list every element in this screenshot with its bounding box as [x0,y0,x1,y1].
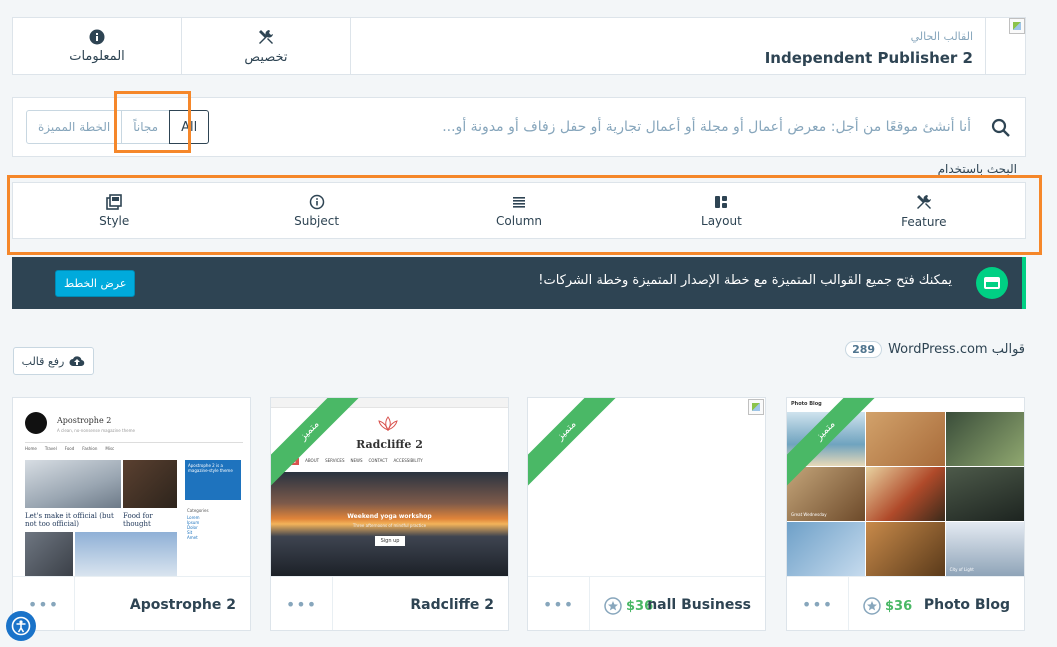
theme-card-apostrophe-2[interactable]: Apostrophe 2 A clean, no-nonsense magazi… [12,397,251,631]
theme-card-radcliffe-2[interactable]: Radcliffe 2 HOMEABOUTSERVICESNEWSCONTACT… [270,397,509,631]
thumb-cta: Sign up [375,536,405,546]
theme-more-button[interactable]: ••• [271,577,333,630]
accessibility-widget-button[interactable] [6,611,36,641]
theme-screenshot[interactable]: Apostrophe 2 A clean, no-nonsense magazi… [13,398,250,576]
theme-screenshot[interactable]: متميز [528,398,765,576]
themes-count-badge: 289 [845,341,883,358]
theme-price: $36 [863,597,912,615]
thumb-hero-subtitle: Three afternoons of mindful practice [352,523,427,528]
thumb-post-2: Food for thought [123,512,153,528]
view-plans-button[interactable]: عرض الخطط [55,269,136,297]
premium-ribbon: متميز [528,398,628,492]
thumb-nav: HOMEABOUTSERVICESNEWSCONTACTACCESSIBILIT… [281,458,423,465]
search-hint: البحث باستخدام [937,162,1017,176]
theme-info-label: المعلومات [69,48,125,64]
search-icon [991,118,1010,137]
thumb-tagline: A clean, no-nonsense magazine theme [57,428,135,433]
current-theme-thumbnail [985,18,1025,74]
theme-card-footer: ••• Apostrophe 2 [13,576,250,630]
current-theme-caption: القالب الحالي [910,30,973,43]
theme-name: Radcliffe 2 [410,597,494,613]
info-icon [89,29,105,44]
thumb-sidebar-text: Apostrophe 2 is a magazine-style theme [185,460,241,500]
current-theme-info: القالب الحالي Independent Publisher 2 [351,18,985,74]
theme-price: $36 [604,597,653,615]
upgrade-banner: عرض الخطط يمكنك فتح جميع القوالب المتميز… [12,257,1026,309]
plans-icon [976,267,1008,299]
thumb-hero-title: Weekend yoga workshop [347,513,432,520]
themes-section-title: قوالب WordPress.com 289 [845,341,1025,358]
customize-label: تخصيص [244,49,288,65]
banner-text: يمكنك فتح جميع القوالب المتميزة مع خطة ا… [538,273,952,288]
thumb-post-1: Let's make it official (but not too offi… [25,512,114,528]
theme-card-footer: ••• $36 nall Business [528,576,765,630]
theme-info-button[interactable]: المعلومات [13,18,182,74]
cloud-upload-icon [69,356,85,367]
theme-card-small-business[interactable]: متميز ••• $36 nall Business [527,397,766,631]
current-theme-bar: المعلومات تخصيص القالب الحالي Independen… [12,17,1026,75]
star-icon [863,597,881,615]
tier-premium[interactable]: الخطة المميزة [26,110,123,144]
theme-more-button[interactable]: ••• [787,577,849,630]
search-input[interactable]: أنا أنشئ موقعًا من أجل: معرض أعمال أو مج… [442,119,971,135]
current-theme-name: Independent Publisher 2 [764,49,973,67]
thumb-categories: Categories Lorem Ipsum Dolor Sit Amet [187,508,209,540]
tools-icon [259,29,273,44]
broken-image-icon [748,399,764,415]
customize-button[interactable]: تخصيص [182,18,351,74]
lotus-icon [377,416,399,432]
thumb-nav: Home Travel Food Fashion Misc [25,446,115,451]
theme-more-button[interactable]: ••• [528,577,590,630]
upload-theme-button[interactable]: رفع قالب [13,347,94,375]
theme-card-photo-blog[interactable]: Photo Blog Great Wednesday City of Light… [786,397,1025,631]
thumb-site-title: Apostrophe 2 [57,416,112,425]
star-icon [604,597,622,615]
theme-name: Photo Blog [923,597,1010,613]
theme-screenshot[interactable]: Photo Blog Great Wednesday City of Light… [787,398,1024,576]
highlight-box-free [114,91,191,153]
theme-name: nall Business [647,597,751,613]
upload-theme-label: رفع قالب [21,354,65,368]
accessibility-icon [11,616,31,636]
themes-section-label: قوالب WordPress.com [888,342,1025,357]
thumb-site-title: Photo Blog [791,401,822,407]
theme-name: Apostrophe 2 [129,597,236,613]
theme-card-footer: ••• $36 Photo Blog [787,576,1024,630]
broken-image-icon [1009,18,1025,34]
theme-card-footer: ••• Radcliffe 2 [271,576,508,630]
highlight-box-filters [7,175,1042,255]
theme-screenshot[interactable]: Radcliffe 2 HOMEABOUTSERVICESNEWSCONTACT… [271,398,508,576]
